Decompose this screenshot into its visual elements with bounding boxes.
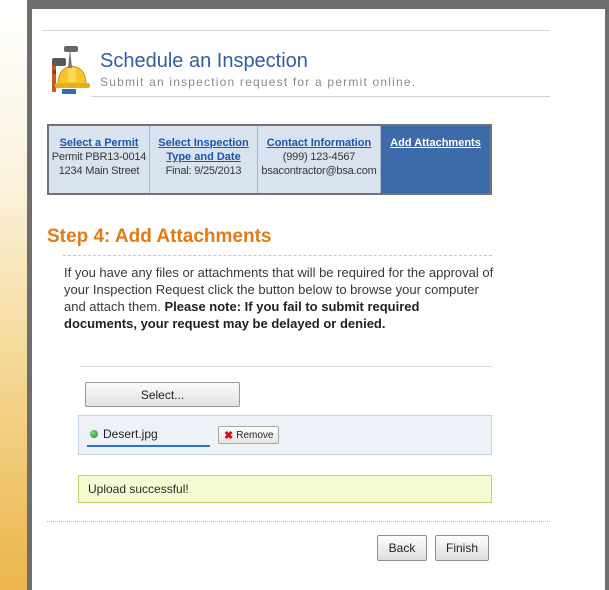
step-detail: Final: 9/25/2013 <box>165 165 242 177</box>
remove-label: Remove <box>236 429 274 441</box>
step-detail: Permit PBR13-0014 <box>51 151 147 163</box>
step-detail: bsacontractor@bsa.com <box>261 165 377 177</box>
back-button[interactable]: Back <box>377 535 427 561</box>
header-rule-bottom <box>92 96 550 97</box>
divider <box>63 255 492 256</box>
upload-progress-bar <box>87 445 210 447</box>
step-label[interactable]: Type and Date <box>150 150 257 164</box>
step-detail: (999) 123-4567 <box>282 151 356 163</box>
step-contact-information[interactable]: Contact Information (999) 123-4567 bsaco… <box>258 126 381 193</box>
uploaded-file-row: Desert.jpg ✖ Remove <box>78 415 492 455</box>
step-label[interactable]: Add Attachments <box>381 136 490 150</box>
upload-success-message: Upload successful! <box>78 475 492 503</box>
page-subtitle: Submit an inspection request for a permi… <box>100 75 417 89</box>
status-dot-icon <box>90 430 98 438</box>
footer-divider <box>47 521 550 522</box>
page-title: Schedule an Inspection <box>100 50 308 72</box>
window-frame-divider <box>27 9 32 590</box>
close-icon: ✖ <box>224 429 234 442</box>
finish-button[interactable]: Finish <box>435 535 489 561</box>
page-header: Schedule an Inspection Submit an inspect… <box>42 31 550 101</box>
step-label[interactable]: Contact Information <box>258 136 380 150</box>
step-label[interactable]: Select Inspection <box>150 136 257 150</box>
window-frame-left <box>0 0 27 590</box>
step-select-permit[interactable]: Select a Permit Permit PBR13-0014 1234 M… <box>49 126 150 193</box>
step-add-attachments[interactable]: Add Attachments <box>381 126 490 193</box>
step-select-inspection[interactable]: Select Inspection Type and Date Final: 9… <box>150 126 258 193</box>
remove-file-button[interactable]: ✖ Remove <box>218 426 280 444</box>
step-detail: 1234 Main Street <box>58 165 140 177</box>
window-frame-right <box>605 0 609 590</box>
divider <box>80 366 492 367</box>
step-description: If you have any files or attachments tha… <box>64 264 494 332</box>
step-title: Step 4: Add Attachments <box>47 226 272 247</box>
file-name: Desert.jpg <box>103 427 158 441</box>
wizard-steps: Select a Permit Permit PBR13-0014 1234 M… <box>47 124 492 195</box>
window-frame-top <box>0 0 609 9</box>
select-files-button[interactable]: Select... <box>85 382 240 407</box>
step-label[interactable]: Select a Permit <box>49 136 149 150</box>
hammer-helmet-icon <box>50 46 98 96</box>
